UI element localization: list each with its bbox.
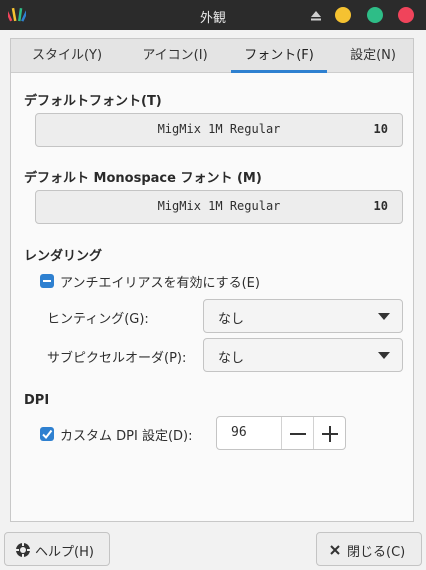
subpixel-label: サブピクセルオーダ(P): <box>47 351 187 366</box>
default-font-name: MigMix 1M Regular <box>157 122 281 136</box>
mono-font-size: 10 <box>373 199 388 213</box>
chevron-down-icon <box>378 313 390 320</box>
rendering-heading: レンダリング <box>24 249 103 264</box>
spin-divider <box>281 417 282 449</box>
dpi-heading: DPI <box>24 393 50 408</box>
notebook-panel: スタイル(Y) アイコン(I) フォント(F) 設定(N) デフォルトフォント(… <box>10 38 414 522</box>
tab-fonts[interactable]: フォント(F) <box>231 39 327 73</box>
default-font-heading: デフォルトフォント(T) <box>24 94 162 109</box>
close-label: 閉じる(C) <box>347 545 406 560</box>
mono-font-name: MigMix 1M Regular <box>157 199 281 213</box>
close-icon <box>330 545 340 555</box>
minimize-button[interactable] <box>335 7 351 23</box>
close-window-button[interactable] <box>398 7 414 23</box>
title-bar[interactable]: 外観 <box>0 0 426 30</box>
mixed-state-icon <box>43 280 51 282</box>
help-label: ヘルプ(H) <box>35 545 94 560</box>
maximize-button[interactable] <box>367 7 383 23</box>
antialias-checkbox[interactable] <box>40 274 54 288</box>
custom-dpi-checkbox[interactable] <box>40 427 54 441</box>
dpi-spinbutton[interactable]: 96 <box>216 416 346 450</box>
hinting-value: なし <box>218 312 245 327</box>
spin-divider <box>313 417 314 449</box>
tab-settings[interactable]: 設定(N) <box>333 39 413 73</box>
default-font-button[interactable]: MigMix 1M Regular 10 <box>35 113 403 147</box>
custom-dpi-label[interactable]: カスタム DPI 設定(D): <box>60 425 192 444</box>
default-font-size: 10 <box>373 122 388 136</box>
help-lifebuoy-icon <box>16 543 30 557</box>
shade-icon[interactable] <box>309 8 323 22</box>
antialias-label[interactable]: アンチエイリアスを有効にする(E) <box>60 272 260 291</box>
plus-icon[interactable] <box>317 426 343 442</box>
help-button[interactable]: ヘルプ(H) <box>4 532 110 566</box>
checkmark-icon <box>42 429 53 440</box>
tab-bar: スタイル(Y) アイコン(I) フォント(F) 設定(N) <box>11 39 413 73</box>
dpi-value[interactable]: 96 <box>231 425 247 440</box>
window-title: 外観 <box>199 11 226 26</box>
hinting-combo[interactable]: なし <box>203 299 403 333</box>
minus-icon[interactable] <box>285 426 311 442</box>
hinting-label: ヒンティング(G): <box>47 312 149 327</box>
mono-font-heading: デフォルト Monospace フォント (M) <box>24 171 262 186</box>
tab-icons[interactable]: アイコン(I) <box>123 39 227 73</box>
tab-style[interactable]: スタイル(Y) <box>15 39 119 73</box>
mono-font-button[interactable]: MigMix 1M Regular 10 <box>35 190 403 224</box>
chevron-down-icon <box>378 352 390 359</box>
subpixel-value: なし <box>218 351 245 366</box>
subpixel-combo[interactable]: なし <box>203 338 403 372</box>
close-button[interactable]: 閉じる(C) <box>316 532 422 566</box>
